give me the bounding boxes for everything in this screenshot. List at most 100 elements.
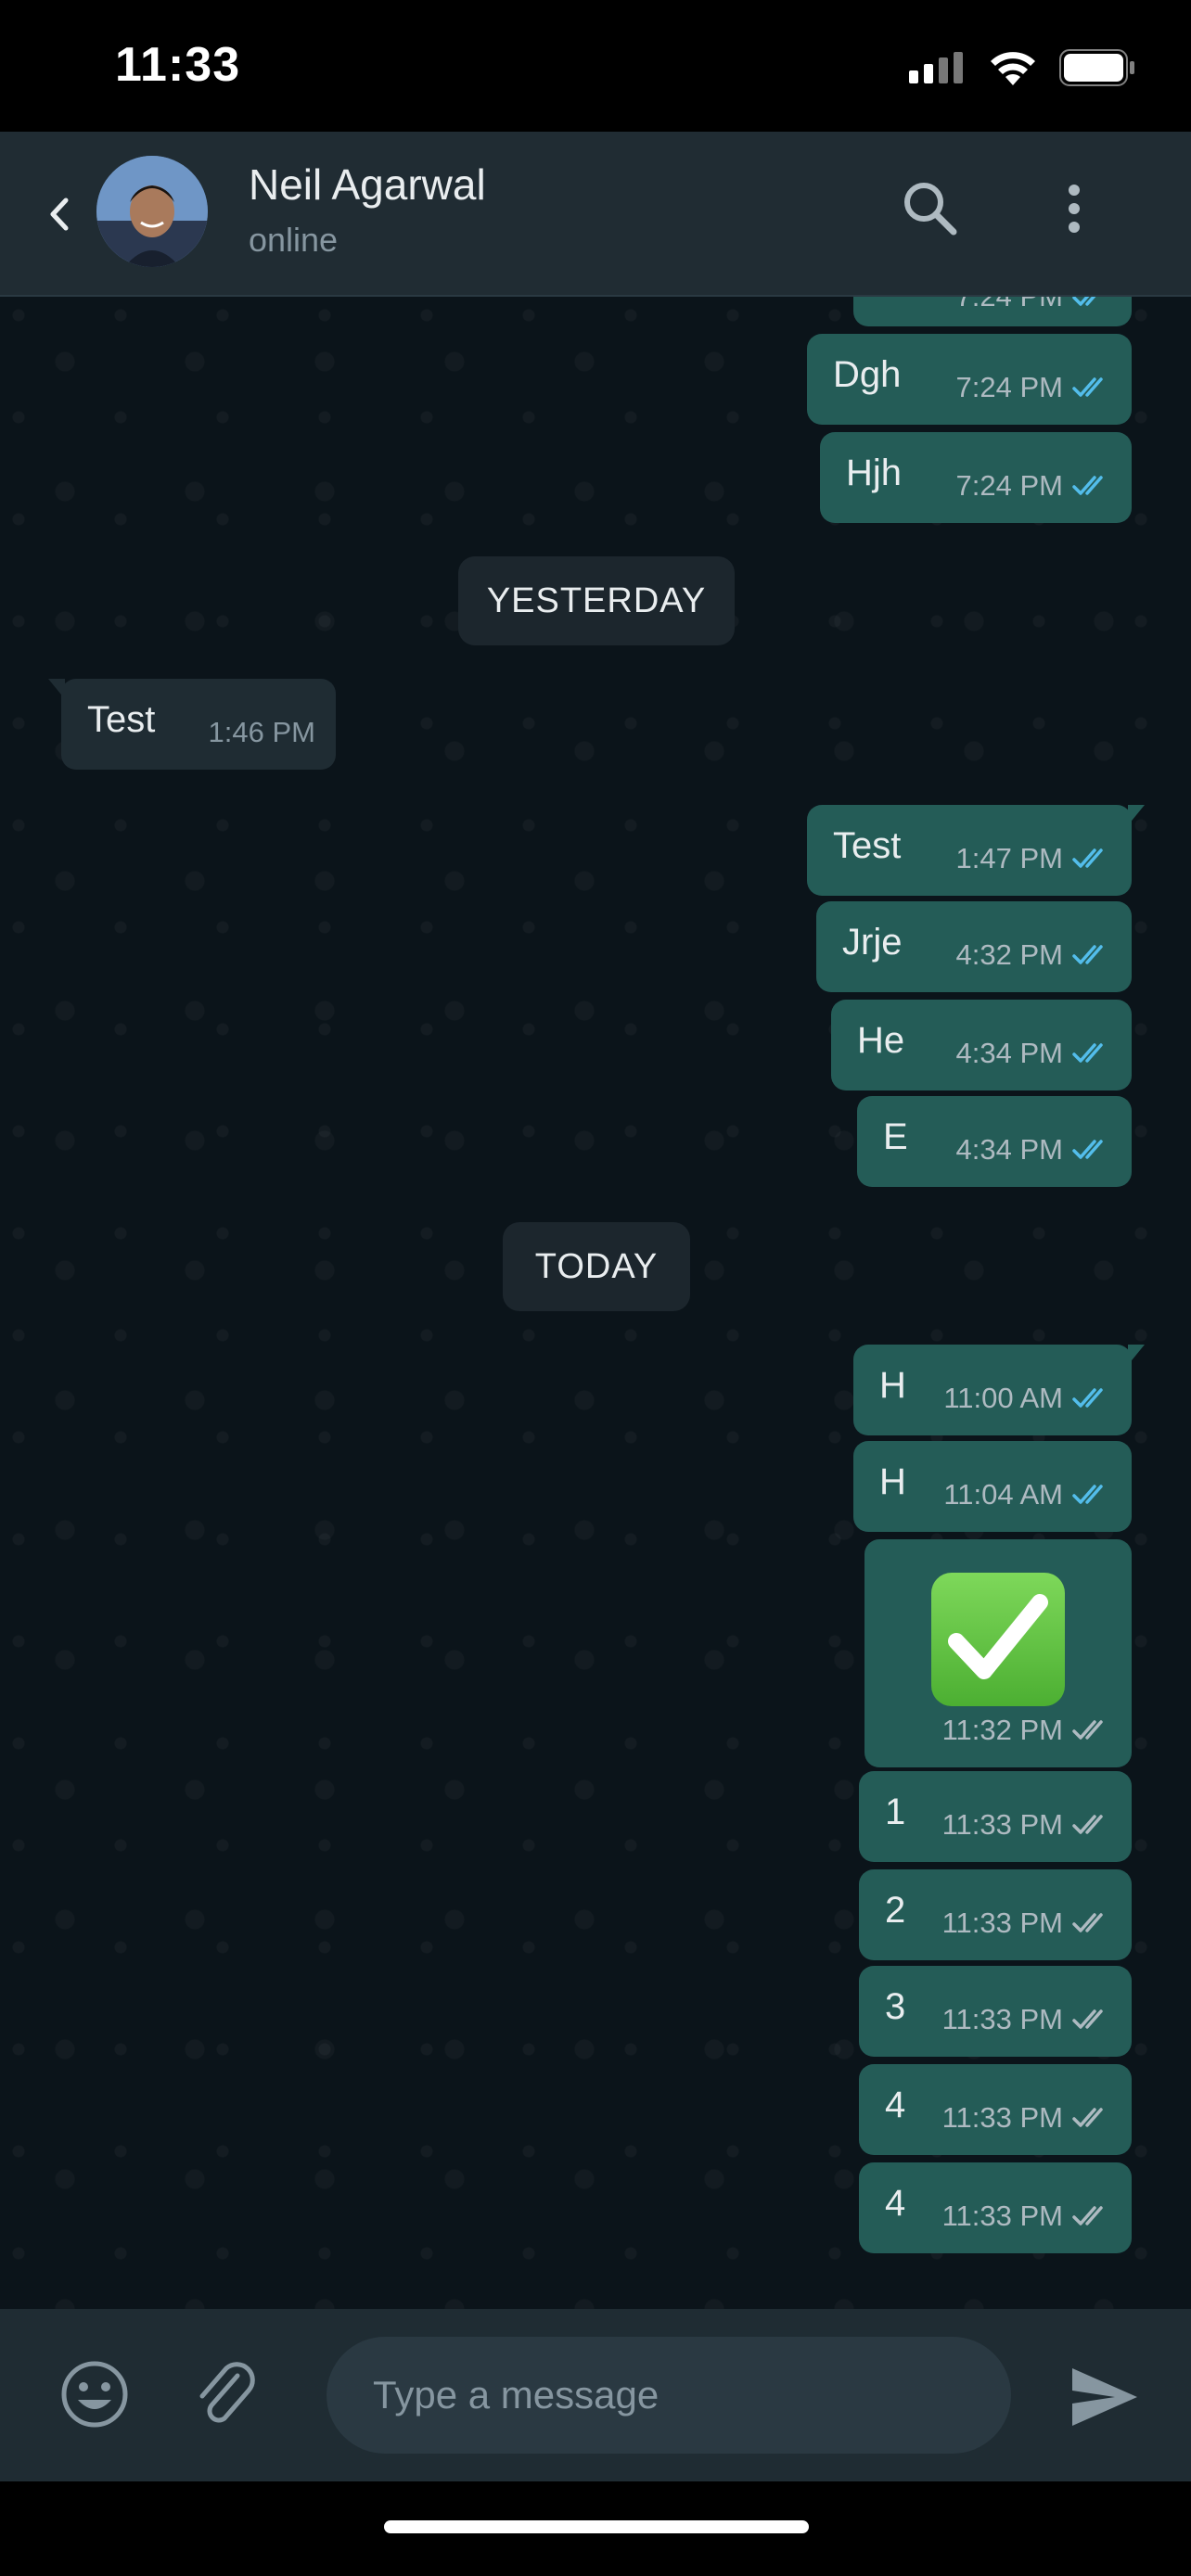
emoji-icon: [61, 2361, 128, 2428]
date-divider-today: TODAY: [503, 1222, 690, 1311]
read-ticks-icon: [1072, 1485, 1103, 1504]
read-ticks-icon: [1072, 297, 1096, 306]
more-options-button[interactable]: [1048, 178, 1100, 239]
message-time: 1:46 PM: [208, 716, 315, 748]
message-bubble[interactable]: H 11:04 AM: [853, 1441, 1132, 1532]
signal-icon: [909, 52, 963, 83]
message-text: 2: [885, 1890, 906, 1931]
status-time: 11:33: [115, 38, 241, 92]
chat-header: Neil Agarwal online: [0, 132, 1191, 297]
delivered-ticks-icon: [1072, 1913, 1103, 1932]
message-time: 4:32 PM: [955, 938, 1063, 971]
message-meta: 11:33 PM: [942, 2101, 1111, 2135]
chat-area[interactable]: 7:24 PM Dgh 7:24 PM Hjh 7:24 PM YESTERDA…: [0, 297, 1191, 2309]
read-ticks-icon: [1072, 1043, 1103, 1063]
message-text: H: [879, 1365, 906, 1406]
delivered-ticks-icon: [1072, 2009, 1103, 2029]
search-button[interactable]: [900, 178, 961, 239]
message-time: 1:47 PM: [955, 842, 1063, 874]
message-meta: 1:47 PM: [956, 842, 1111, 875]
delivered-ticks-icon: [1072, 2206, 1103, 2225]
attach-button[interactable]: [191, 2357, 260, 2431]
message-time: 11:33 PM: [941, 1808, 1063, 1841]
delivered-ticks-icon: [1072, 1720, 1103, 1740]
message-time: 7:24 PM: [955, 469, 1063, 502]
message-bubble[interactable]: Test 1:47 PM: [807, 805, 1145, 896]
message-text: Test: [833, 825, 902, 866]
message-time: 11:33 PM: [941, 2101, 1063, 2134]
message-time: 7:24 PM: [955, 371, 1063, 403]
incoming-message-bubble[interactable]: Test 1:46 PM: [48, 679, 336, 770]
message-meta: 4:32 PM: [956, 938, 1111, 972]
message-bubble[interactable]: 3 11:33 PM: [859, 1966, 1132, 2057]
message-text: Test: [87, 699, 156, 740]
message-text: 1: [885, 1792, 906, 1832]
read-ticks-icon: [1072, 1140, 1103, 1159]
emoji-message-bubble[interactable]: 11:32 PM: [864, 1539, 1132, 1767]
back-button[interactable]: [41, 191, 78, 237]
message-time: 11:00 AM: [943, 1382, 1063, 1414]
message-meta: 11:33 PM: [942, 1808, 1111, 1842]
message-input[interactable]: [327, 2337, 1011, 2454]
status-bar: 11:33: [0, 0, 1191, 132]
search-icon: [904, 183, 957, 236]
bubble-tail: [48, 679, 65, 699]
message-meta: 11:33 PM: [942, 2003, 1111, 2036]
message-text: 4: [885, 2183, 906, 2224]
bubble-tail: [1128, 805, 1145, 825]
more-vert-icon: [1069, 185, 1080, 233]
message-text: H: [879, 1461, 906, 1502]
home-indicator[interactable]: [384, 2520, 809, 2533]
message-time: 7:24 PM: [956, 297, 1063, 313]
message-text: 4: [885, 2085, 906, 2125]
status-icons: [909, 46, 1135, 89]
message-bubble[interactable]: Jrje 4:32 PM: [816, 901, 1132, 992]
message-bubble[interactable]: 4 11:33 PM: [859, 2162, 1132, 2253]
message-bubble[interactable]: H 11:00 AM: [853, 1345, 1145, 1435]
read-ticks-icon: [1072, 377, 1103, 397]
contact-name[interactable]: Neil Agarwal: [249, 159, 486, 210]
message-meta: 7:24 PM: [956, 371, 1111, 404]
message-bubble[interactable]: 4 11:33 PM: [859, 2064, 1132, 2155]
wifi-icon: [991, 52, 1035, 85]
message-time: 4:34 PM: [955, 1037, 1063, 1069]
emoji-button[interactable]: [58, 2357, 132, 2431]
message-meta: 11:32 PM: [942, 1714, 1111, 1747]
back-chevron-icon: [50, 198, 69, 231]
message-meta: 11:04 AM: [943, 1478, 1111, 1511]
message-bubble-partial[interactable]: 7:24 PM: [853, 297, 1132, 326]
message-meta: 11:00 AM: [943, 1382, 1111, 1415]
message-bubble[interactable]: E 4:34 PM: [857, 1096, 1132, 1187]
read-ticks-icon: [1072, 848, 1103, 868]
message-text: Hjh: [846, 453, 903, 493]
date-divider-yesterday: YESTERDAY: [458, 556, 735, 645]
message-time: 11:04 AM: [943, 1478, 1063, 1511]
bubble-tail: [1128, 1345, 1145, 1365]
read-ticks-icon: [1072, 945, 1103, 964]
message-meta: 7:24 PM: [956, 469, 1111, 503]
message-meta: 1:46 PM: [209, 716, 315, 749]
message-text: Jrje: [842, 922, 903, 963]
contact-status: online: [249, 221, 339, 259]
avatar[interactable]: [96, 156, 208, 267]
message-meta: 4:34 PM: [956, 1037, 1111, 1070]
message-time: 11:32 PM: [941, 1714, 1063, 1746]
delivered-ticks-icon: [1072, 2108, 1103, 2127]
avatar-photo: [96, 156, 208, 267]
message-bubble[interactable]: 1 11:33 PM: [859, 1771, 1132, 1862]
message-bubble[interactable]: 2 11:33 PM: [859, 1869, 1132, 1960]
read-ticks-icon: [1072, 476, 1103, 495]
send-icon: [1072, 2368, 1137, 2426]
message-meta: 4:34 PM: [956, 1133, 1111, 1167]
message-bubble[interactable]: Hjh 7:24 PM: [820, 432, 1132, 523]
check-glyph: [948, 1594, 1048, 1679]
send-button[interactable]: [1067, 2363, 1141, 2431]
read-ticks-icon: [1072, 1388, 1103, 1408]
message-time: 11:33 PM: [941, 1906, 1063, 1939]
message-bubble[interactable]: He 4:34 PM: [831, 1000, 1132, 1090]
message-bubble[interactable]: Dgh 7:24 PM: [807, 334, 1132, 425]
message-text: Dgh: [833, 354, 902, 395]
message-composer: [0, 2309, 1191, 2481]
home-area: [0, 2481, 1191, 2576]
message-text: E: [883, 1116, 908, 1157]
